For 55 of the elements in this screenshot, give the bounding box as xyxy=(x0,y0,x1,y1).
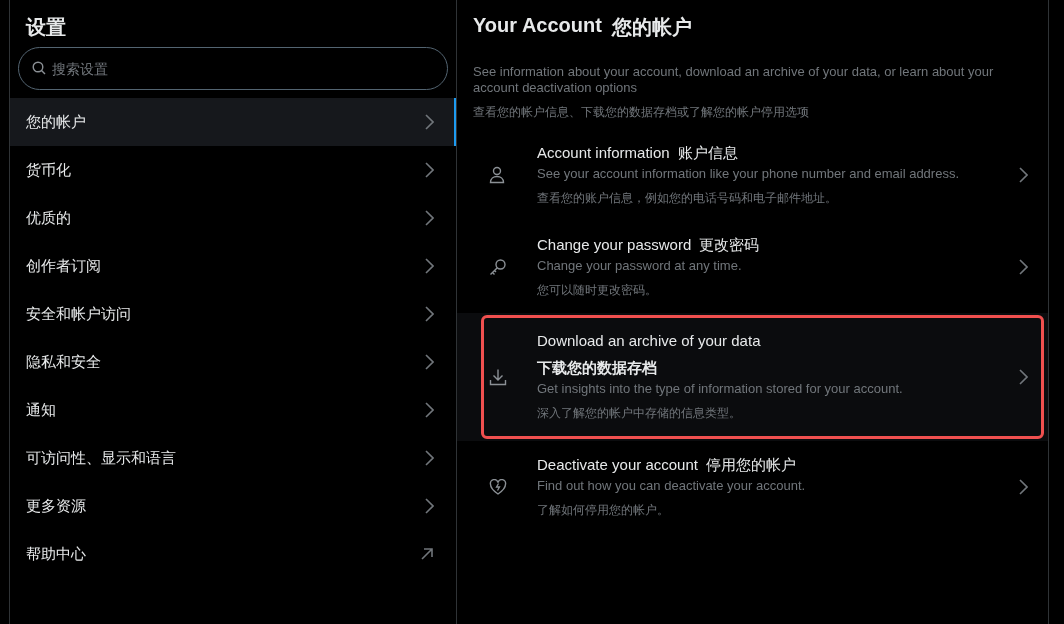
chevron-right-icon xyxy=(1018,369,1028,385)
row-description: Change your password at any time. xyxy=(537,257,743,273)
sidebar-item[interactable]: 帮助中心 xyxy=(10,530,456,578)
chevron-right-icon xyxy=(424,162,434,178)
settings-row[interactable]: Deactivate your account 停用您的帐户 Find out how you can deactivate your account. 了解如何停用您的帐户。 xyxy=(457,441,1048,533)
chevron-right-icon xyxy=(424,402,434,418)
row-description: Get insights into the type of information stored for your account. xyxy=(537,381,904,396)
search-field[interactable]: 搜索设置 xyxy=(18,47,448,90)
row-title: Download an archive of your data xyxy=(537,332,762,349)
key-icon xyxy=(489,258,507,276)
page-description: 查看您的帐户信息、下载您的数据存档或了解您的帐户停用选项 xyxy=(472,104,810,121)
row-title: Account information xyxy=(537,143,670,163)
row-description: 深入了解您的帐户中存储的信息类型。 xyxy=(537,405,742,422)
download-icon xyxy=(489,368,507,386)
page-title: 您的帐户 xyxy=(611,15,692,40)
chevron-right-icon xyxy=(424,354,434,370)
chevron-right-icon xyxy=(424,306,434,322)
row-title: 停用您的帐户 xyxy=(705,455,796,475)
sidebar-item[interactable]: 安全和帐户访问 xyxy=(10,290,456,338)
page-title: Your Account xyxy=(473,14,602,38)
row-title: Change your password xyxy=(537,235,692,255)
row-title: 账户信息 xyxy=(677,143,738,163)
settings-row[interactable]: Change your password 更改密码 Change your password at any time. 您可以随时更改密码。 xyxy=(457,221,1048,313)
settings-title: 设置 xyxy=(24,15,67,40)
sidebar-item[interactable]: 可访问性、显示和语言 xyxy=(10,434,456,482)
chevron-right-icon xyxy=(424,210,434,226)
settings-row[interactable]: Account information 账户信息 See your account information like your phone number and email address. 查看您的账户信息，例如您的电话号码和电子邮件地址。 xyxy=(457,129,1048,221)
chevron-right-icon xyxy=(424,114,434,130)
search-icon xyxy=(32,61,46,75)
sidebar-item[interactable]: 您的帐户 xyxy=(10,98,456,146)
arrow-up-right-icon xyxy=(420,547,434,561)
row-description: 您可以随时更改密码。 xyxy=(537,281,658,299)
row-title: Deactivate your account xyxy=(537,455,698,475)
settings-row[interactable]: Download an archive of your data 下载您的数据存档 Get insights into the type of information stored for your account. 深入了解您的帐户中存储的信息类型。 xyxy=(457,313,1048,441)
sidebar-item[interactable]: 通知 xyxy=(10,386,456,434)
person-icon xyxy=(489,166,505,184)
page-description: See information about your account, download an archive of your data, or learn about your account deactivation options xyxy=(472,63,995,96)
sidebar-item[interactable]: 优质的 xyxy=(10,194,456,242)
chevron-right-icon xyxy=(1018,167,1028,183)
row-description: 了解如何停用您的帐户。 xyxy=(537,501,670,519)
row-description: See your account information like your phone number and email address. xyxy=(537,165,961,181)
sidebar-item[interactable]: 货币化 xyxy=(10,146,456,194)
row-description: Find out how you can deactivate your account. xyxy=(537,477,807,493)
row-description: 查看您的账户信息，例如您的电话号码和电子邮件地址。 xyxy=(537,189,838,207)
sidebar-item[interactable]: 创作者订阅 xyxy=(10,242,456,290)
chevron-right-icon xyxy=(424,498,434,514)
chevron-right-icon xyxy=(424,258,434,274)
sidebar-item[interactable]: 更多资源 xyxy=(10,482,456,530)
row-title: 更改密码 xyxy=(699,235,760,255)
chevron-right-icon xyxy=(424,450,434,466)
row-title: 下载您的数据存档 xyxy=(537,359,658,378)
chevron-right-icon xyxy=(1018,479,1028,495)
chevron-right-icon xyxy=(1018,259,1028,275)
sidebar-item[interactable]: 隐私和安全 xyxy=(10,338,456,386)
broken-heart-icon xyxy=(489,479,507,495)
